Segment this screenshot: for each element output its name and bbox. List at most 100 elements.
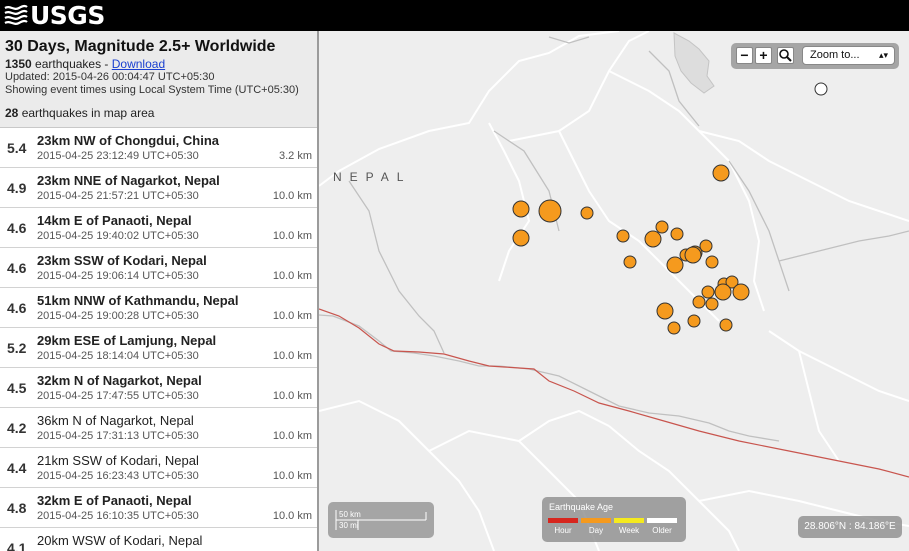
- magnitude: 4.2: [7, 420, 27, 436]
- earthquake-depth: 3.2 km: [278, 150, 312, 162]
- earthquake-marker[interactable]: [714, 283, 732, 301]
- zoom-in-button[interactable]: +: [755, 47, 772, 64]
- country-label: NEPAL: [333, 170, 412, 184]
- zoom-box-icon: [779, 49, 792, 62]
- in-area-number: 28: [5, 106, 19, 120]
- earthquake-marker[interactable]: [538, 199, 562, 223]
- download-link[interactable]: Download: [112, 57, 165, 71]
- earthquake-depth: 10.0 km: [272, 310, 312, 322]
- earthquake-marker[interactable]: [692, 295, 706, 309]
- earthquake-depth: 10.0 km: [272, 270, 312, 282]
- earthquake-time: 2015-04-25 18:14:04 UTC+05:30: [37, 350, 199, 362]
- earthquake-depth: 10.0 km: [272, 430, 312, 442]
- earthquake-row[interactable]: 4.6 23km SSW of Kodari, Nepal 2015-04-25 1…: [0, 248, 317, 288]
- earthquake-marker[interactable]: [732, 283, 750, 301]
- earthquake-marker[interactable]: [580, 206, 594, 220]
- earthquake-marker[interactable]: [705, 297, 719, 311]
- earthquake-marker[interactable]: [719, 318, 733, 332]
- earthquake-row[interactable]: 4.1 20km WSW of Kodari, Nepal: [0, 528, 317, 551]
- magnitude: 5.4: [7, 140, 27, 156]
- legend-swatch-older: [647, 518, 677, 523]
- earthquake-time: 2015-04-25 23:12:49 UTC+05:30: [37, 150, 199, 162]
- earthquake-marker[interactable]: [656, 302, 674, 320]
- map-canvas[interactable]: [319, 31, 909, 551]
- timezone-note: Showing event times using Local System T…: [5, 84, 299, 96]
- earthquake-time: 2015-04-25 19:40:02 UTC+05:30: [37, 230, 199, 242]
- earthquake-time: 2015-04-25 19:00:28 UTC+05:30: [37, 310, 199, 322]
- feed-title: 30 Days, Magnitude 2.5+ Worldwide: [5, 38, 276, 55]
- earthquake-place: 23km SSW of Kodari, Nepal: [37, 253, 207, 268]
- earthquake-depth: 10.0 km: [272, 510, 312, 522]
- magnitude: 4.6: [7, 300, 27, 316]
- earthquake-row[interactable]: 4.5 32km N of Nagarkot, Nepal 2015-04-25 1…: [0, 368, 317, 408]
- earthquake-marker[interactable]: [655, 220, 669, 234]
- earthquake-time: 2015-04-25 16:10:35 UTC+05:30: [37, 510, 199, 522]
- scale-lines: [335, 510, 427, 530]
- legend-label-day: Day: [588, 526, 604, 535]
- earthquake-row[interactable]: 4.2 36km N of Nagarkot, Nepal 2015-04-25 1…: [0, 408, 317, 448]
- earthquake-row[interactable]: 4.4 21km SSW of Kodari, Nepal 2015-04-25 1…: [0, 448, 317, 488]
- earthquake-place: 51km NNW of Kathmandu, Nepal: [37, 293, 239, 308]
- earthquake-row[interactable]: 5.4 23km NW of Chongdui, China 2015-04-25 …: [0, 128, 317, 168]
- earthquake-depth: 10.0 km: [272, 190, 312, 202]
- earthquake-place: 14km E of Panaoti, Nepal: [37, 213, 192, 228]
- zoom-out-button[interactable]: −: [736, 47, 753, 64]
- map-controls: − + Zoom to... ▴▾: [731, 43, 899, 69]
- in-area-suffix: earthquakes in map area: [18, 106, 155, 120]
- earthquake-marker[interactable]: [701, 285, 715, 299]
- sidebar: 30 Days, Magnitude 2.5+ Worldwide 1350 e…: [0, 31, 319, 551]
- earthquake-time: 2015-04-25 21:57:21 UTC+05:30: [37, 190, 199, 202]
- top-bar: USGS: [0, 0, 909, 31]
- feed-header: 30 Days, Magnitude 2.5+ Worldwide 1350 e…: [0, 31, 317, 128]
- usgs-logo[interactable]: USGS: [4, 1, 105, 30]
- earthquake-marker[interactable]: [666, 256, 684, 274]
- earthquake-marker[interactable]: [687, 314, 701, 328]
- earthquake-row[interactable]: 4.8 32km E of Panaoti, Nepal 2015-04-25 16…: [0, 488, 317, 528]
- map-view[interactable]: NEPAL − + Zoom to... ▴▾ 50 km 30 mi Earth…: [319, 31, 909, 551]
- legend-title: Earthquake Age: [549, 502, 614, 512]
- earthquake-marker[interactable]: [616, 229, 630, 243]
- scale-bar: 50 km 30 mi: [328, 502, 434, 538]
- magnifier-icon[interactable]: [777, 47, 794, 64]
- magnitude: 4.1: [7, 540, 27, 551]
- earthquake-place: 29km ESE of Lamjung, Nepal: [37, 333, 217, 348]
- earthquake-marker[interactable]: [670, 227, 684, 241]
- magnitude: 4.8: [7, 500, 27, 516]
- earthquake-row[interactable]: 4.6 14km E of Panaoti, Nepal 2015-04-25 19…: [0, 208, 317, 248]
- earthquake-row[interactable]: 4.9 23km NNE of Nagarkot, Nepal 2015-04-25…: [0, 168, 317, 208]
- earthquake-marker[interactable]: [712, 164, 730, 182]
- earthquake-place: 32km E of Panaoti, Nepal: [37, 493, 192, 508]
- updated-time: Updated: 2015-04-26 00:04:47 UTC+05:30: [5, 71, 215, 83]
- earthquake-marker[interactable]: [623, 255, 637, 269]
- earthquake-marker[interactable]: [705, 255, 719, 269]
- earthquake-marker[interactable]: [512, 229, 530, 247]
- earthquake-marker[interactable]: [667, 321, 681, 335]
- scale-mi: 30 mi: [339, 521, 359, 530]
- map-area-count: 28 earthquakes in map area: [5, 106, 311, 120]
- earthquake-time: 2015-04-25 17:47:55 UTC+05:30: [37, 390, 199, 402]
- legend-label-hour: Hour: [554, 526, 572, 535]
- earthquake-place: 20km WSW of Kodari, Nepal: [37, 533, 203, 548]
- earthquake-list: 5.4 23km NW of Chongdui, China 2015-04-25 …: [0, 128, 317, 551]
- earthquake-marker[interactable]: [644, 230, 662, 248]
- older-earthquake-marker[interactable]: [814, 82, 828, 96]
- count-suffix: earthquakes -: [31, 57, 112, 71]
- earthquake-marker[interactable]: [512, 200, 530, 218]
- legend-label-older: Older: [652, 526, 672, 535]
- earthquake-time: 2015-04-25 19:06:14 UTC+05:30: [37, 270, 199, 282]
- legend-label-week: Week: [618, 526, 640, 535]
- earthquake-place: 23km NNE of Nagarkot, Nepal: [37, 173, 220, 188]
- count-number: 1350: [5, 57, 32, 71]
- earthquake-depth: 10.0 km: [272, 470, 312, 482]
- earthquake-row[interactable]: 4.6 51km NNW of Kathmandu, Nepal 2015-04-2…: [0, 288, 317, 328]
- magnitude: 4.6: [7, 220, 27, 236]
- earthquake-depth: 10.0 km: [272, 350, 312, 362]
- earthquake-age-legend: Earthquake Age Hour Day Week Older: [542, 497, 686, 542]
- earthquake-row[interactable]: 5.2 29km ESE of Lamjung, Nepal 2015-04-25 …: [0, 328, 317, 368]
- zoom-to-select[interactable]: Zoom to... ▴▾: [802, 46, 895, 65]
- earthquake-place: 21km SSW of Kodari, Nepal: [37, 453, 199, 468]
- magnitude: 4.9: [7, 180, 27, 196]
- earthquake-marker[interactable]: [684, 246, 702, 264]
- earthquake-marker[interactable]: [699, 239, 713, 253]
- magnitude: 4.5: [7, 380, 27, 396]
